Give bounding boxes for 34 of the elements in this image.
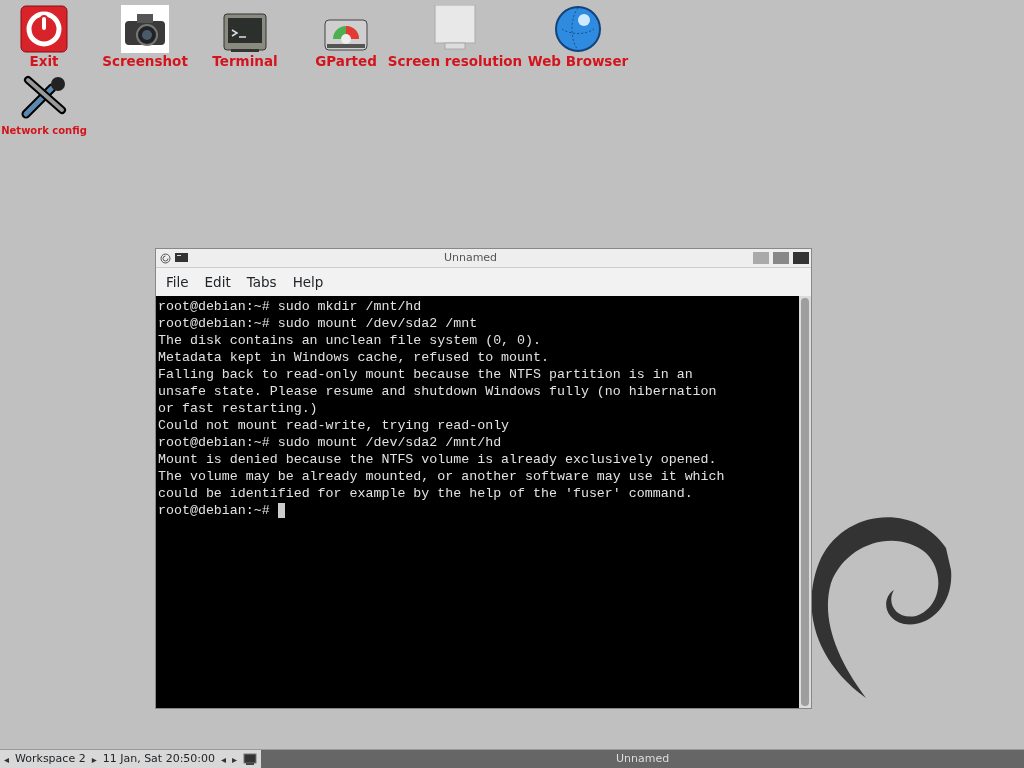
menu-item[interactable]: Help	[284, 271, 332, 293]
swirl-icon[interactable]	[160, 252, 171, 264]
camera-icon[interactable]	[121, 5, 169, 53]
terminal-line: unsafe state. Please resume and shutdown Windows fully (no hibernation	[158, 383, 717, 400]
power-icon[interactable]	[20, 5, 68, 53]
terminal-line: Metadata kept in Windows cache, refused to mount.	[158, 349, 549, 366]
menu-item[interactable]: Tabs	[238, 271, 285, 293]
tools-icon[interactable]	[20, 74, 68, 120]
workspace-label[interactable]: Workspace 2	[15, 750, 86, 768]
menu-item[interactable]: Edit	[196, 271, 239, 293]
clock: 11 Jan, Sat 20:50:00	[102, 750, 216, 767]
terminal-line: root@debian:~# sudo mkdir /mnt/hd	[158, 298, 422, 315]
terminal-line: The disk contains an unclean file system (0, 0).	[158, 332, 541, 349]
terminal-icon[interactable]	[243, 753, 258, 765]
globe-icon[interactable]	[554, 5, 602, 53]
prev-task-button[interactable]: ◂	[221, 751, 227, 767]
terminal-line: Falling back to read-only mount because the NTFS partition is in an	[158, 366, 693, 383]
task-button[interactable]: Unnamed	[261, 750, 1024, 768]
terminal-line: or fast restarting.)	[158, 400, 318, 417]
next-task-button[interactable]: ▸	[232, 751, 238, 767]
terminal-icon[interactable]	[175, 253, 188, 263]
terminal-line: root@debian:~# sudo mount /dev/sda2 /mnt/hd	[158, 434, 502, 451]
terminal-line: root@debian:~#	[158, 502, 271, 519]
cursor	[277, 503, 285, 518]
window-title: Unnamed	[442, 249, 499, 266]
terminal-line: Mount is denied because the NTFS volume is already exclusively opened.	[158, 451, 717, 468]
menu-item[interactable]: File	[158, 271, 197, 293]
terminal-line: root@debian:~# sudo mount /dev/sda2 /mnt	[158, 315, 478, 332]
next-workspace-button[interactable]: ▸	[91, 751, 97, 767]
terminal-line: Could not mount read-write, trying read-only	[158, 417, 510, 434]
prev-workspace-button[interactable]: ◂	[4, 751, 10, 767]
terminal-line: The volume may be already mounted, or another software may use it which	[158, 468, 725, 485]
terminal-icon[interactable]	[223, 13, 267, 53]
terminal-line: could be identified for example by the help of the 'fuser' command.	[158, 485, 693, 502]
